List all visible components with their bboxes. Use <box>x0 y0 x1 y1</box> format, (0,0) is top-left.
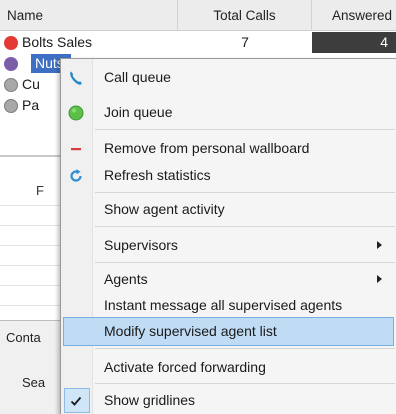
status-dot-icon <box>4 36 18 50</box>
menu-item-agents[interactable]: Agents <box>61 265 396 294</box>
menu-item-label: Modify supervised agent list <box>104 323 277 339</box>
submenu-arrow-icon <box>377 241 382 249</box>
table-header: Name Total Calls Answered <box>0 0 396 31</box>
menu-item-show-agent-activity[interactable]: Show agent activity <box>61 195 396 224</box>
status-dot-icon <box>4 99 18 113</box>
grid-line <box>0 205 60 206</box>
menu-item-refresh-statistics[interactable]: Refresh statistics <box>61 161 396 190</box>
menu-item-show-gridlines[interactable]: Show gridlines <box>61 386 396 414</box>
menu-item-modify-supervised-agent-list[interactable]: Modify supervised agent list <box>63 317 394 346</box>
grid-line <box>0 265 60 266</box>
menu-separator <box>95 348 395 349</box>
partial-label: F <box>36 183 44 198</box>
grid-line <box>0 225 60 226</box>
queue-name: Bolts Sales <box>22 34 93 50</box>
menu-separator <box>95 192 395 193</box>
menu-separator <box>95 383 395 384</box>
menu-item-label: Activate forced forwarding <box>104 359 266 375</box>
menu-item-label: Remove from personal wallboard <box>104 140 310 156</box>
search-label: Sea <box>22 375 46 390</box>
column-header-name[interactable]: Name <box>0 0 178 31</box>
total-calls-value: 7 <box>241 34 249 50</box>
menu-item-label: Instant message all supervised agents <box>104 297 343 313</box>
context-menu: Call queue Join queue Remove from person… <box>60 58 396 414</box>
menu-separator <box>95 226 395 227</box>
menu-item-label: Show gridlines <box>104 392 196 408</box>
table-row[interactable]: Bolts Sales 7 4 <box>0 32 396 53</box>
status-dot-icon <box>4 57 18 71</box>
grid-line <box>0 305 60 306</box>
column-header-total-calls[interactable]: Total Calls <box>178 0 312 31</box>
queue-name: Pa <box>22 97 40 113</box>
menu-item-call-queue[interactable]: Call queue <box>61 63 396 92</box>
grid-line <box>0 245 60 246</box>
menu-item-label: Agents <box>104 271 148 287</box>
refresh-icon <box>68 168 84 184</box>
grid-line <box>0 285 60 286</box>
checkmark-icon <box>68 393 84 409</box>
answered-value: 4 <box>312 32 396 53</box>
menu-separator <box>95 129 395 130</box>
column-header-answered[interactable]: Answered <box>312 0 396 31</box>
phone-icon <box>68 70 84 86</box>
green-circle-icon <box>68 105 84 121</box>
panel-divider <box>0 155 60 157</box>
menu-item-label: Refresh statistics <box>104 167 211 183</box>
menu-item-remove-from-wallboard[interactable]: Remove from personal wallboard <box>61 134 396 163</box>
minus-icon <box>68 141 84 157</box>
menu-item-label: Call queue <box>104 69 171 85</box>
menu-item-label: Join queue <box>104 104 173 120</box>
menu-item-instant-message-agents[interactable]: Instant message all supervised agents <box>61 291 396 320</box>
menu-item-join-queue[interactable]: Join queue <box>61 98 396 127</box>
submenu-arrow-icon <box>377 275 382 283</box>
menu-item-label: Show agent activity <box>104 201 225 217</box>
status-dot-icon <box>4 78 18 92</box>
menu-item-supervisors[interactable]: Supervisors <box>61 231 396 260</box>
menu-item-activate-forced-forwarding[interactable]: Activate forced forwarding <box>61 353 396 382</box>
menu-item-label: Supervisors <box>104 237 178 253</box>
queue-name: Cu <box>22 76 40 92</box>
menu-separator <box>95 262 395 263</box>
contacts-tab-label[interactable]: Conta <box>6 330 41 345</box>
